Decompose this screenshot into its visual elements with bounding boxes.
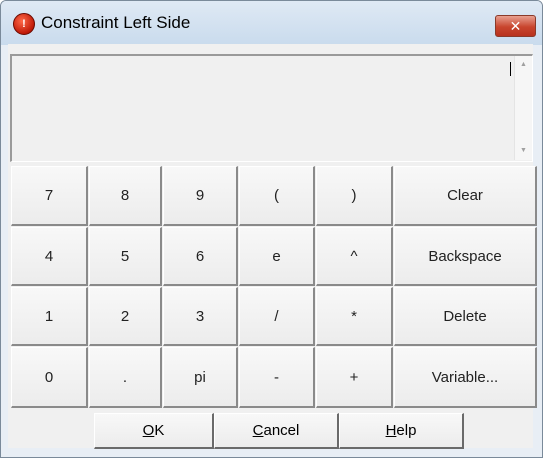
key-9[interactable]: 9 [163,166,238,226]
key-pi[interactable]: pi [163,347,238,408]
text-caret [510,62,511,76]
ok-mnemonic: O [142,422,155,439]
backspace-button[interactable]: Backspace [394,227,537,286]
key-multiply[interactable]: * [316,287,393,346]
ok-button[interactable]: OK [94,413,214,449]
cancel-button[interactable]: Cancel [214,413,339,449]
expression-input[interactable] [10,54,533,162]
scroll-up-arrow-icon[interactable]: ▲ [515,56,532,73]
scroll-down-arrow-icon[interactable]: ▼ [515,142,532,159]
help-button[interactable]: Help [339,413,464,449]
clear-button[interactable]: Clear [394,166,537,226]
window-title: Constraint Left Side [41,13,191,32]
key-3[interactable]: 3 [163,287,238,346]
key-e[interactable]: e [239,227,315,286]
key-8[interactable]: 8 [89,166,162,226]
title-bar[interactable]: ! Constraint Left Side ✕ [1,1,542,45]
app-icon: ! [13,13,35,35]
ok-label-rest: K [154,422,165,439]
key-7[interactable]: 7 [11,166,88,226]
key-minus[interactable]: - [239,347,315,408]
cancel-mnemonic: C [252,422,264,439]
key-power[interactable]: ^ [316,227,393,286]
key-6[interactable]: 6 [163,227,238,286]
delete-button[interactable]: Delete [394,287,537,346]
cancel-label-rest: ancel [263,422,300,439]
key-1[interactable]: 1 [11,287,88,346]
key-open-paren[interactable]: ( [239,166,315,226]
key-2[interactable]: 2 [89,287,162,346]
help-mnemonic: H [385,422,397,439]
close-button[interactable]: ✕ [495,15,536,37]
key-decimal[interactable]: . [89,347,162,408]
key-divide[interactable]: / [239,287,315,346]
key-close-paren[interactable]: ) [316,166,393,226]
key-4[interactable]: 4 [11,227,88,286]
key-0[interactable]: 0 [11,347,88,408]
vertical-scrollbar[interactable]: ▲ ▼ [514,56,532,160]
key-5[interactable]: 5 [89,227,162,286]
help-label-rest: elp [396,422,417,439]
key-plus[interactable]: + [316,347,393,408]
variable-button[interactable]: Variable... [394,347,537,408]
